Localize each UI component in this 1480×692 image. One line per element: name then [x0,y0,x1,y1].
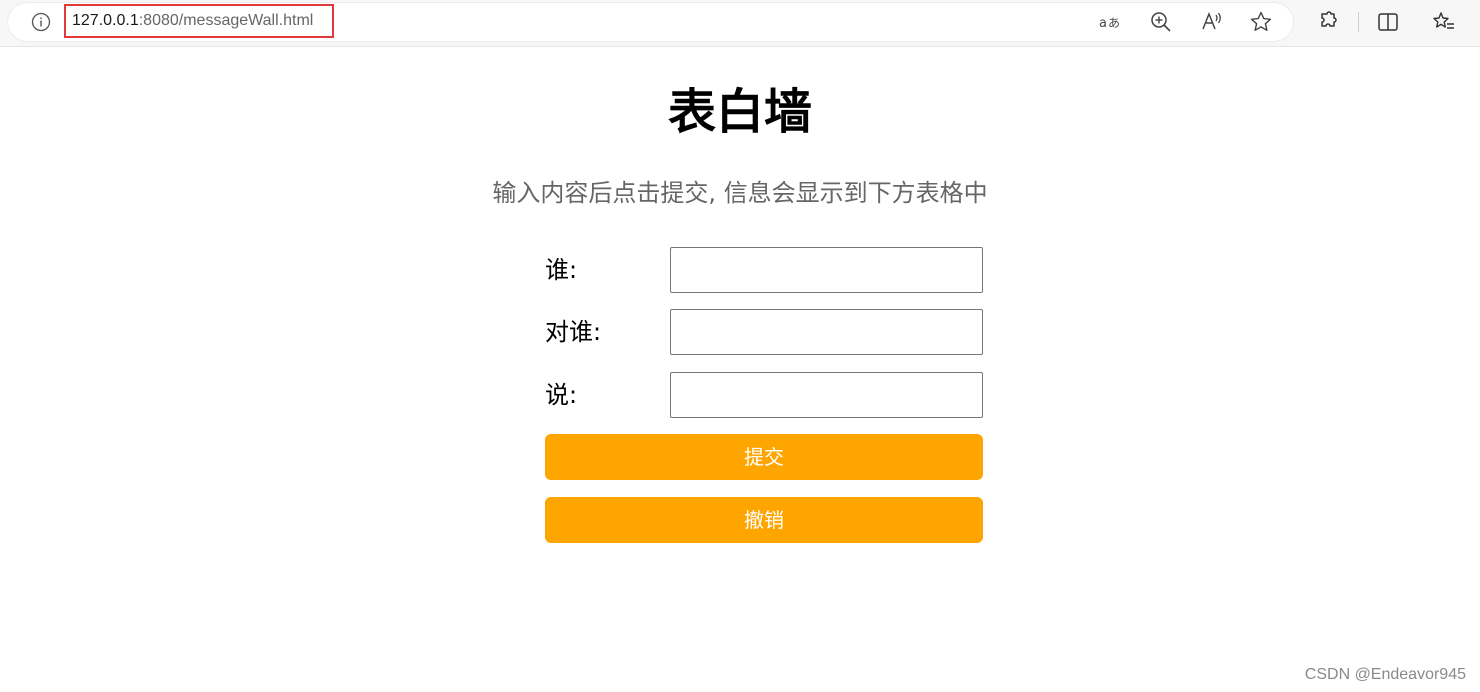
split-screen-icon[interactable] [1376,10,1400,34]
url-host: 127.0.0.1 [72,12,139,29]
to-whom-label: 对谁: [545,318,602,346]
message-input[interactable] [670,372,983,418]
form-row-to-whom: 对谁: [545,309,983,355]
who-input[interactable] [670,247,983,293]
zoom-in-icon[interactable] [1149,10,1173,34]
watermark: CSDN @Endeavor945 [1304,666,1466,683]
form-row-message: 说: [545,372,983,418]
svg-text:a: a [1099,16,1107,31]
url-text[interactable]: 127.0.0.1:8080/messageWall.html [64,4,334,38]
svg-text:あ: あ [1108,16,1120,30]
submit-button[interactable]: 提交 [545,434,983,480]
info-icon[interactable] [31,12,51,32]
translate-icon[interactable]: a あ [1098,10,1122,34]
address-bar[interactable]: 127.0.0.1:8080/messageWall.html a あ [8,3,1293,41]
to-whom-input[interactable] [670,309,983,355]
extensions-icon[interactable] [1316,10,1340,34]
favorites-list-icon[interactable] [1432,10,1456,34]
cancel-button[interactable]: 撤销 [545,497,983,543]
browser-toolbar: 127.0.0.1:8080/messageWall.html a あ [0,0,1480,47]
url-path: :8080/messageWall.html [138,12,314,29]
read-aloud-icon[interactable] [1200,10,1224,34]
favorite-star-icon[interactable] [1249,10,1273,34]
toolbar-divider [1358,12,1359,32]
page-subtitle: 输入内容后点击提交, 信息会显示到下方表格中 [492,179,988,207]
message-label: 说: [545,381,578,409]
page-title: 表白墙 [667,84,812,140]
form-row-who: 谁: [545,247,983,293]
who-label: 谁: [545,256,578,284]
